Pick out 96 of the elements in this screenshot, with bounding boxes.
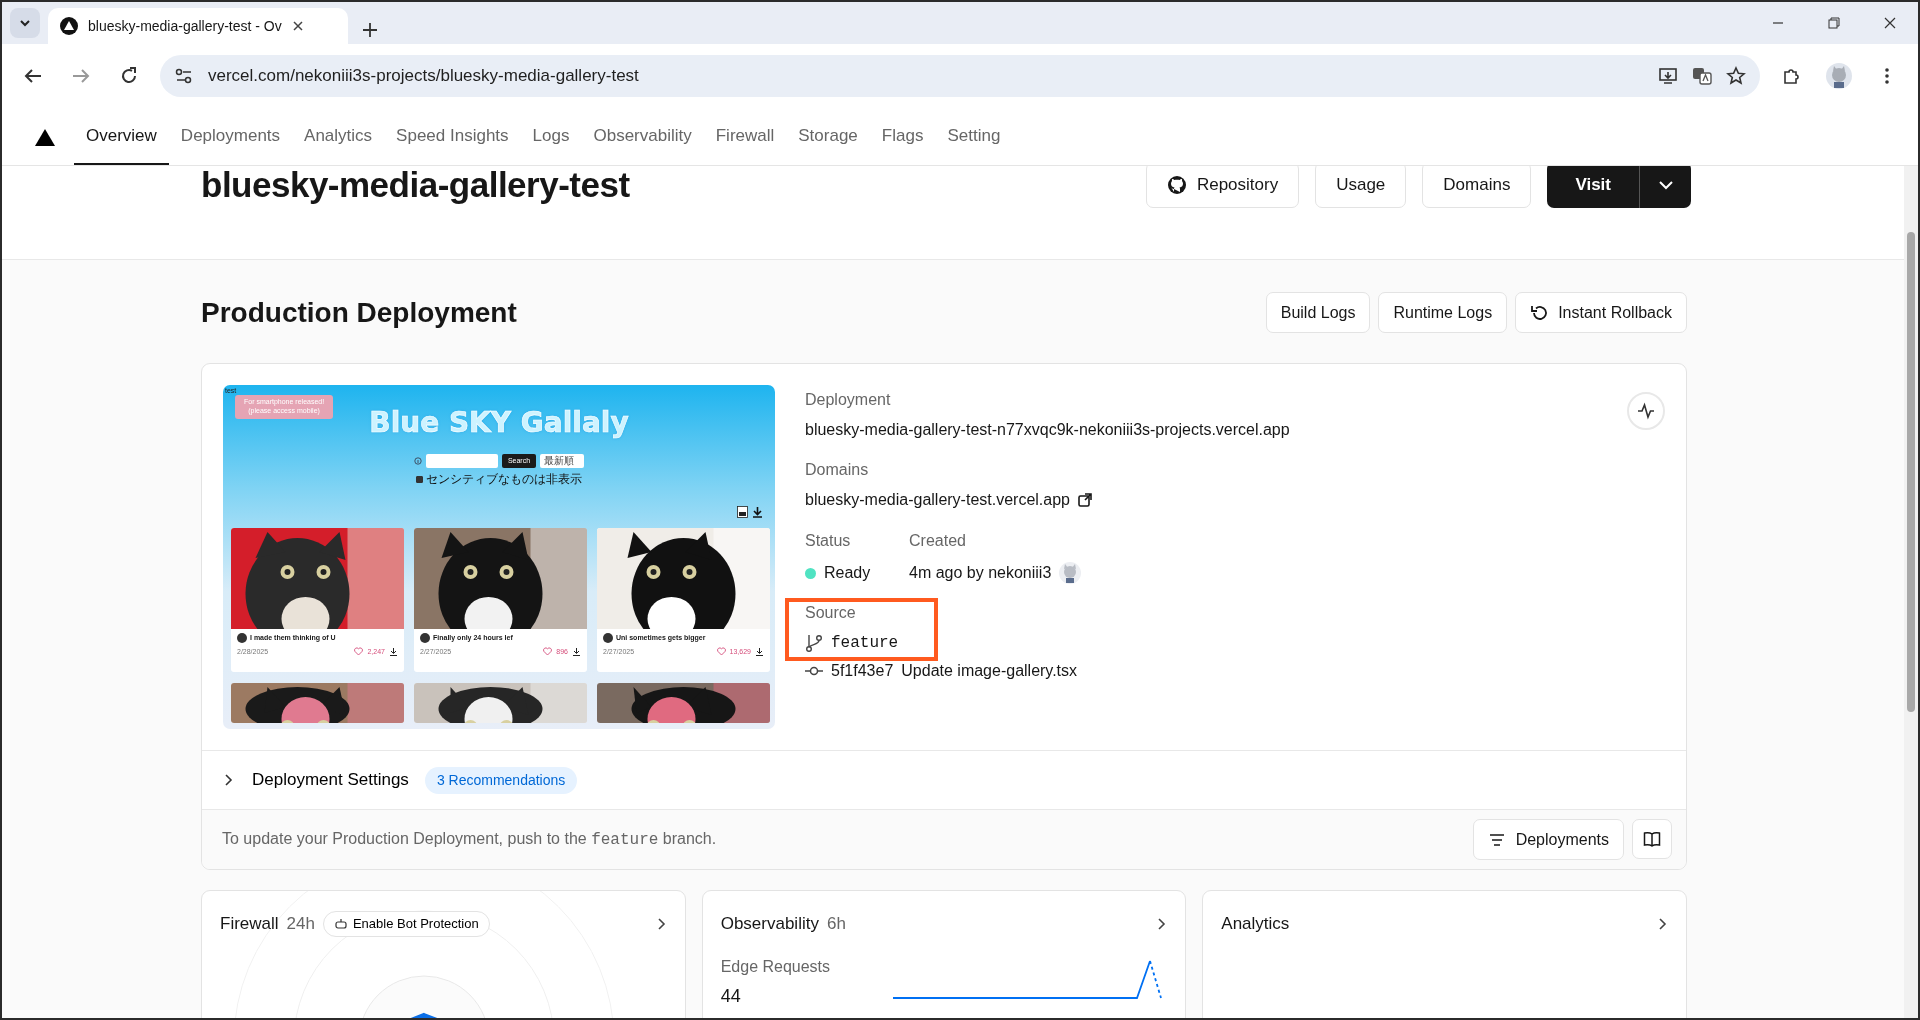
metric-value: 44 bbox=[720, 984, 741, 1008]
sort-dropdown[interactable]: 最新順 bbox=[540, 454, 585, 468]
section-heading: Production Deployment bbox=[201, 295, 517, 330]
restore-icon[interactable] bbox=[1828, 17, 1840, 29]
book-icon[interactable] bbox=[1643, 830, 1661, 848]
heart-icon[interactable] bbox=[354, 647, 364, 657]
header-button[interactable]: Domains bbox=[1422, 166, 1532, 208]
status-dot bbox=[805, 567, 816, 579]
chevron-right-icon[interactable] bbox=[656, 917, 667, 930]
nav-tab[interactable]: Storage bbox=[786, 108, 870, 165]
metric-label: Edge Requests bbox=[720, 956, 831, 977]
download-icon[interactable] bbox=[572, 647, 581, 657]
field-label: Created bbox=[909, 531, 966, 551]
download-icon[interactable] bbox=[389, 647, 398, 657]
field-label: Deployment bbox=[805, 390, 891, 410]
nav-tab[interactable]: Flags bbox=[869, 108, 936, 165]
download-icon[interactable] bbox=[752, 506, 763, 518]
nav-tab[interactable]: Logs bbox=[520, 108, 582, 165]
commit-hash[interactable]: 5f1f43e7 bbox=[831, 659, 894, 683]
nav-tab[interactable]: Observability bbox=[581, 108, 704, 165]
install-icon[interactable] bbox=[1658, 66, 1678, 86]
deployment-url-link[interactable]: bluesky-media-gallery-test-n77xvqc9k-nekoniii3s-projects.vercel.app bbox=[805, 418, 1290, 442]
branch-icon bbox=[805, 634, 823, 652]
site-settings-icon[interactable] bbox=[174, 66, 194, 86]
download-icon[interactable] bbox=[755, 647, 764, 657]
robot-icon bbox=[333, 917, 348, 931]
nav-tab[interactable]: Analytics bbox=[292, 108, 385, 165]
checkbox-label: センシティブなものは非表示 bbox=[426, 471, 582, 488]
commit-icon bbox=[805, 665, 823, 677]
branch-name[interactable]: feature bbox=[831, 631, 899, 655]
commit-message: Update image-gallery.tsx bbox=[901, 661, 1078, 681]
panel-card[interactable]: Analytics bbox=[1202, 890, 1687, 1018]
nav-tab[interactable]: Setting bbox=[935, 108, 1013, 165]
translate-icon[interactable] bbox=[1692, 66, 1712, 86]
panel-card[interactable]: Firewall 24h Enable Bot Protection bbox=[201, 890, 686, 1018]
created-text: 4m ago by nekoniii3 bbox=[909, 563, 1052, 583]
address-bar[interactable]: vercel.com/nekoniii3s-projects/bluesky-media-gallery-test bbox=[160, 55, 1760, 97]
search-field[interactable] bbox=[425, 454, 498, 468]
panel-title: Analytics bbox=[1221, 913, 1290, 935]
external-link-icon[interactable] bbox=[1078, 493, 1092, 507]
nav-tab[interactable]: Speed Insights bbox=[384, 108, 521, 165]
repository-button[interactable]: Repository bbox=[1145, 166, 1300, 208]
settings-toggle[interactable]: Deployment Settings bbox=[222, 767, 409, 793]
avatar-icon[interactable] bbox=[1826, 63, 1852, 89]
github-icon bbox=[1166, 175, 1187, 195]
info-icon bbox=[413, 457, 422, 465]
url-text: vercel.com/nekoniii3s-projects/bluesky-media-gallery-test bbox=[208, 65, 640, 88]
avatar-icon bbox=[237, 633, 247, 644]
visit-button[interactable]: Visit bbox=[1547, 166, 1639, 208]
tab-title: bluesky-media-gallery-test - Ov bbox=[88, 16, 282, 36]
toolbar-button[interactable]: Runtime Logs bbox=[1378, 292, 1508, 333]
gallery-title: Blue SKY Gallaly bbox=[369, 405, 629, 437]
close-icon[interactable] bbox=[291, 20, 304, 32]
field-label: Status bbox=[805, 531, 851, 551]
period-text: 24h bbox=[286, 913, 315, 935]
undo-icon bbox=[1530, 303, 1549, 322]
field-label: Domains bbox=[805, 460, 869, 480]
scrollbar[interactable] bbox=[1904, 166, 1918, 1018]
avatar-icon bbox=[420, 633, 430, 644]
field-label: Source bbox=[805, 603, 856, 623]
zip-file-icon[interactable] bbox=[737, 506, 748, 518]
status-text: Ready bbox=[824, 563, 871, 583]
bot-protection-button[interactable]: Enable Bot Protection bbox=[322, 911, 490, 937]
panel-title: Firewall bbox=[220, 913, 279, 935]
nav-tab[interactable]: Firewall bbox=[703, 108, 787, 165]
toolbar-button[interactable]: Instant Rollback bbox=[1515, 292, 1687, 333]
chevron-right-icon[interactable] bbox=[1657, 917, 1668, 930]
star-icon[interactable] bbox=[1726, 66, 1746, 86]
tab-list-button[interactable] bbox=[10, 8, 40, 38]
pulse-icon bbox=[1637, 402, 1655, 420]
recommendations-badge: 3 Recommendations bbox=[424, 766, 578, 794]
close-icon[interactable] bbox=[1884, 17, 1896, 29]
dropdown-button[interactable] bbox=[1639, 166, 1691, 208]
new-tab-icon[interactable] bbox=[362, 22, 378, 38]
deployments-button[interactable]: Deployments bbox=[1472, 819, 1624, 860]
panel-title: Observability bbox=[720, 913, 819, 935]
header-button[interactable]: Usage bbox=[1315, 166, 1407, 208]
toolbar-button[interactable]: Build Logs bbox=[1265, 292, 1371, 333]
domain-link[interactable]: bluesky-media-gallery-test.vercel.app bbox=[805, 488, 1070, 512]
info-text: To update your Production Deployment, push to the feature branch. bbox=[222, 829, 717, 851]
checkbox[interactable] bbox=[416, 475, 423, 483]
period-text: 6h bbox=[826, 913, 846, 935]
reload-icon[interactable] bbox=[119, 66, 139, 86]
heart-icon[interactable] bbox=[716, 647, 726, 657]
avatar-icon bbox=[603, 633, 613, 644]
triangle-logo-icon bbox=[60, 17, 78, 35]
chevron-right-icon[interactable] bbox=[1157, 917, 1168, 930]
extensions-icon[interactable] bbox=[1781, 66, 1801, 86]
nav-tab[interactable]: Deployments bbox=[168, 108, 293, 165]
heart-icon[interactable] bbox=[543, 647, 553, 657]
panel-card[interactable]: Observability 6h Edge Requests 44 bbox=[701, 890, 1187, 1018]
browser-tab[interactable]: bluesky-media-gallery-test - Ov bbox=[48, 8, 348, 44]
project-title: bluesky-media-gallery-test bbox=[201, 166, 630, 206]
activity-button[interactable] bbox=[1627, 392, 1665, 430]
caret-icon bbox=[19, 17, 31, 29]
avatar-icon bbox=[1059, 562, 1082, 584]
